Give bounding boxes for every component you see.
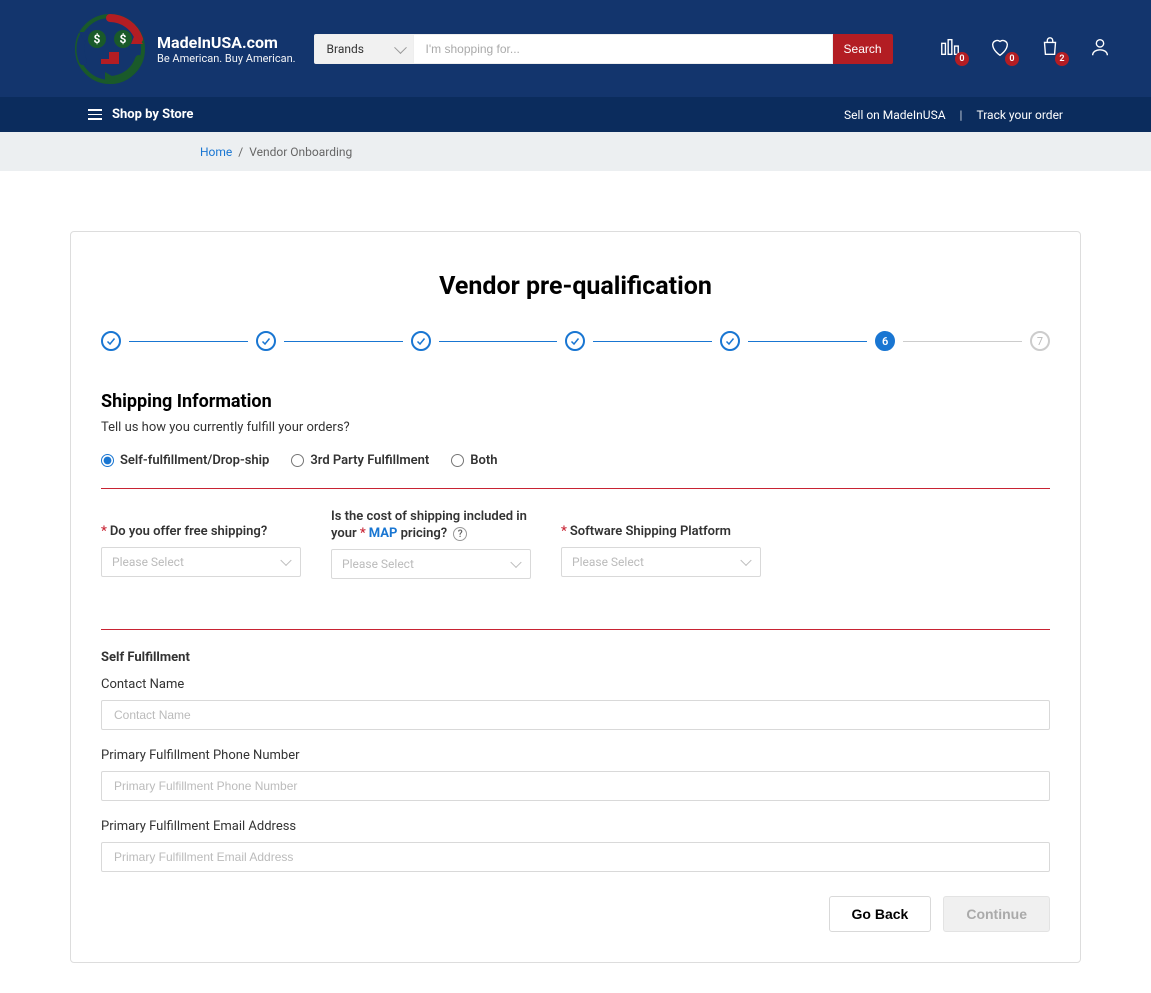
section-subtitle: Tell us how you currently fulfill your o…	[101, 420, 1050, 435]
fulfillment-radio-self[interactable]: Self-fulfillment/Drop-ship	[101, 453, 269, 468]
phone-input[interactable]	[101, 771, 1050, 801]
page-title: Vendor pre-qualification	[101, 272, 1050, 301]
breadcrumb-home[interactable]: Home	[200, 145, 232, 159]
phone-label: Primary Fulfillment Phone Number	[101, 748, 1050, 763]
step-7: 7	[1030, 331, 1050, 351]
cart-icon[interactable]: 2	[1039, 36, 1061, 62]
svg-text:$: $	[94, 32, 101, 46]
free-shipping-label: *Do you offer free shipping?	[101, 509, 319, 541]
breadcrumb-sep: /	[238, 145, 243, 159]
step-2[interactable]	[256, 331, 276, 351]
radio-label: 3rd Party Fulfillment	[310, 453, 429, 468]
nav-bar: Shop by Store Sell on MadeInUSA | Track …	[0, 97, 1151, 132]
info-icon[interactable]: ?	[453, 527, 467, 541]
shop-by-store-label: Shop by Store	[112, 107, 193, 122]
step-3[interactable]	[411, 331, 431, 351]
step-5[interactable]	[720, 331, 740, 351]
search-button[interactable]: Search	[833, 34, 893, 64]
section-title: Shipping Information	[101, 391, 1050, 412]
hamburger-icon	[88, 109, 102, 120]
contact-name-input[interactable]	[101, 700, 1050, 730]
logo-area[interactable]: $ $ MadeInUSA.com Be American. Buy Ameri…	[75, 14, 296, 84]
radio-label: Self-fulfillment/Drop-ship	[120, 453, 269, 468]
shop-by-store-menu[interactable]: Shop by Store	[88, 107, 193, 122]
track-order-link[interactable]: Track your order	[976, 108, 1063, 122]
continue-button[interactable]: Continue	[943, 896, 1050, 932]
step-1[interactable]	[101, 331, 121, 351]
breadcrumb-current: Vendor Onboarding	[249, 145, 352, 159]
site-tagline: Be American. Buy American.	[157, 52, 296, 65]
compare-badge: 0	[955, 52, 969, 66]
radio-label: Both	[470, 453, 497, 468]
wishlist-badge: 0	[1005, 52, 1019, 66]
header-top: $ $ MadeInUSA.com Be American. Buy Ameri…	[0, 0, 1151, 97]
map-link[interactable]: MAP	[369, 526, 398, 541]
search-bar: Brands Search	[314, 34, 893, 64]
go-back-button[interactable]: Go Back	[829, 896, 932, 932]
email-input[interactable]	[101, 842, 1050, 872]
stepper: 6 7	[101, 331, 1050, 351]
step-6[interactable]: 6	[875, 331, 895, 351]
contact-name-label: Contact Name	[101, 677, 1050, 692]
divider	[101, 488, 1050, 489]
email-label: Primary Fulfillment Email Address	[101, 819, 1050, 834]
free-shipping-select[interactable]: Please Select	[101, 547, 301, 577]
fulfillment-radio-both[interactable]: Both	[451, 453, 497, 468]
map-pricing-select[interactable]: Please Select	[331, 549, 531, 579]
site-name: MadeInUSA.com	[157, 33, 296, 52]
self-fulfillment-title: Self Fulfillment	[101, 650, 1050, 665]
form-card: Vendor pre-qualification 6 7 Shipping In…	[70, 231, 1081, 963]
search-input[interactable]	[413, 34, 833, 64]
divider	[101, 629, 1050, 630]
nav-separator: |	[960, 108, 963, 122]
logo-icon: $ $	[75, 14, 145, 84]
shipping-platform-label: *Software Shipping Platform	[561, 509, 779, 541]
cart-badge: 2	[1055, 52, 1069, 66]
map-pricing-label: Is the cost of shipping included in your…	[331, 509, 549, 543]
fulfillment-radio-third[interactable]: 3rd Party Fulfillment	[291, 453, 429, 468]
svg-text:$: $	[120, 32, 127, 46]
step-4[interactable]	[565, 331, 585, 351]
brand-selector[interactable]: Brands	[314, 34, 413, 64]
account-icon[interactable]	[1089, 36, 1111, 62]
sell-link[interactable]: Sell on MadeInUSA	[844, 108, 946, 122]
compare-icon[interactable]: 0	[939, 36, 961, 62]
shipping-platform-select[interactable]: Please Select	[561, 547, 761, 577]
wishlist-icon[interactable]: 0	[989, 36, 1011, 62]
breadcrumb: Home / Vendor Onboarding	[0, 132, 1151, 171]
